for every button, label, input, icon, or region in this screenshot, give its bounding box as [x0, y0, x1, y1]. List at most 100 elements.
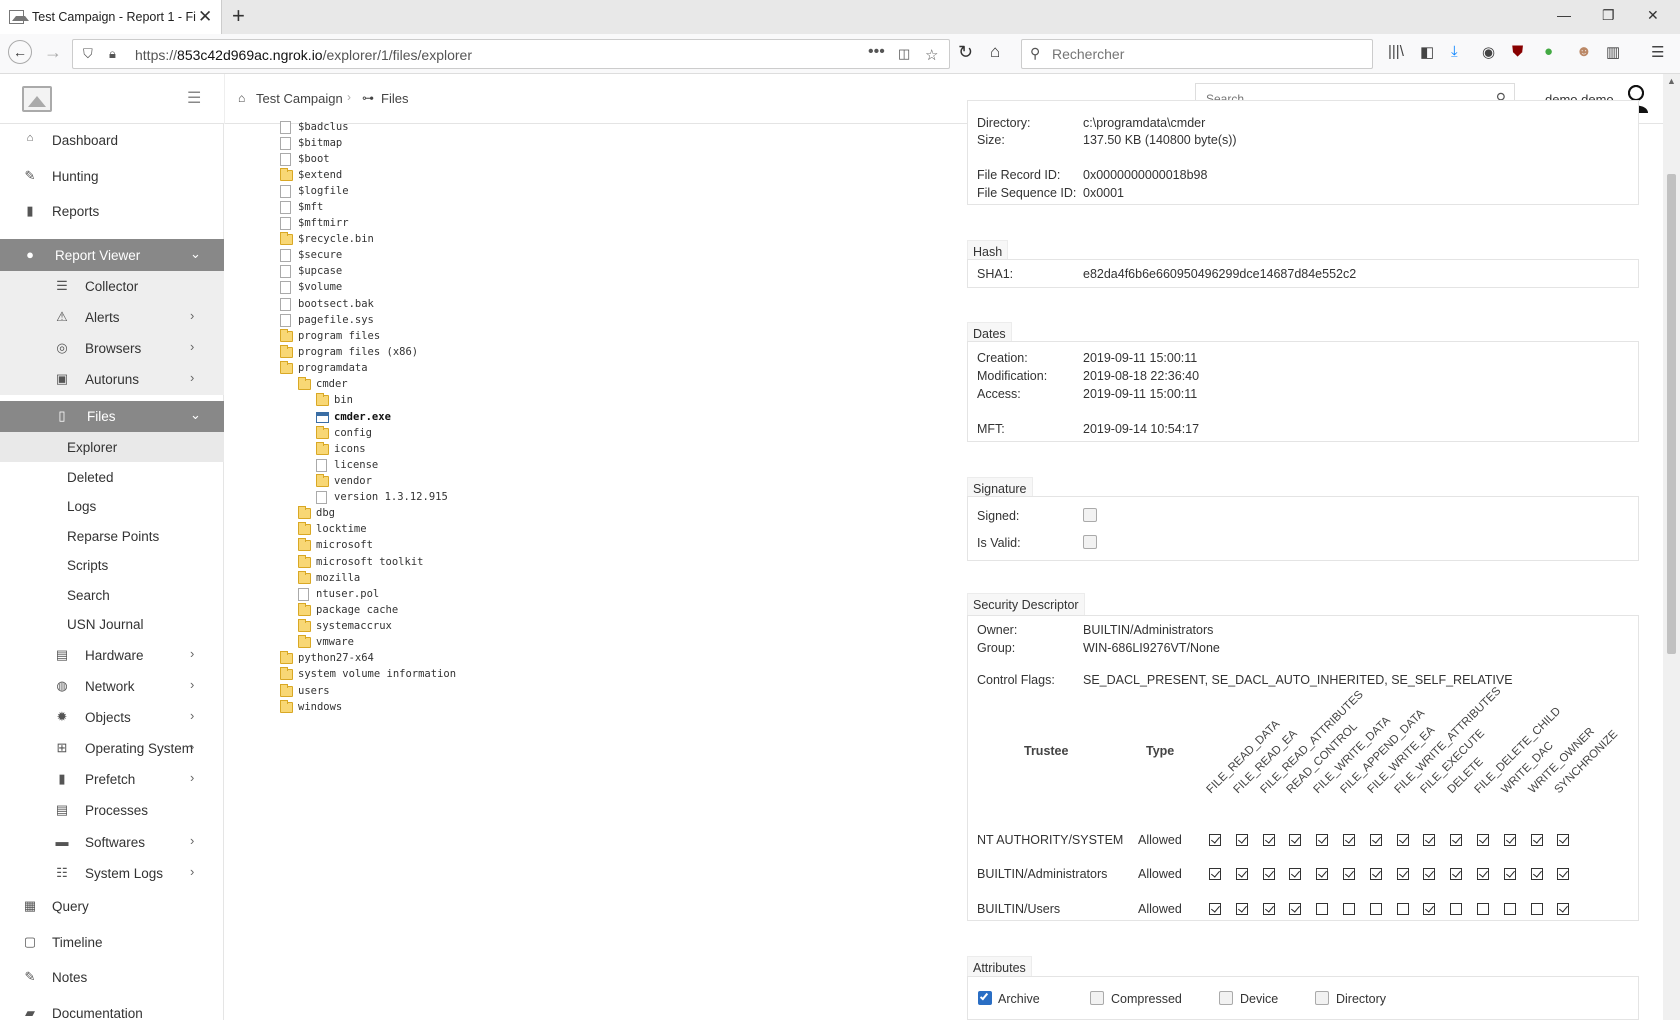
- home-icon[interactable]: ⌂: [990, 42, 1000, 62]
- new-tab-icon[interactable]: +: [232, 3, 245, 29]
- sidebar-item-scripts[interactable]: Scripts: [0, 550, 224, 580]
- sidebar-item-autoruns[interactable]: ▣ Autoruns ›: [0, 364, 224, 395]
- sidebar-item-notes[interactable]: ✎ Notes: [0, 962, 224, 992]
- sidebar-item-objects[interactable]: ✹ Objects ›: [0, 702, 224, 732]
- sidebar-item-search[interactable]: Search: [0, 580, 224, 610]
- breadcrumb-files[interactable]: Files: [381, 91, 408, 106]
- permission-checkbox[interactable]: [1557, 868, 1570, 880]
- directory-checkbox[interactable]: [1315, 991, 1329, 1005]
- permission-checkbox[interactable]: [1396, 834, 1409, 846]
- permission-checkbox[interactable]: [1477, 868, 1489, 880]
- permission-checkbox[interactable]: [1503, 903, 1516, 915]
- permission-checkbox[interactable]: [1262, 903, 1275, 915]
- sidebar-item-collector[interactable]: ☰ Collector: [0, 271, 224, 302]
- signed-checkbox[interactable]: [1083, 508, 1097, 522]
- sidebar-item-alerts[interactable]: ⚠ Alerts ›: [0, 302, 224, 333]
- sidebar-item-reports[interactable]: ▮ Reports: [0, 196, 224, 226]
- sidebar-item-documentation[interactable]: ▰ Documentation: [0, 998, 224, 1020]
- app-logo[interactable]: [22, 86, 52, 112]
- reload-icon[interactable]: ↻: [958, 42, 973, 63]
- permission-checkbox[interactable]: [1369, 868, 1382, 880]
- download-icon[interactable]: ⤓: [1451, 43, 1458, 60]
- sidebar-item-explorer[interactable]: Explorer: [0, 432, 224, 462]
- permission-checkbox[interactable]: [1343, 834, 1355, 846]
- sidebar-item-browsers[interactable]: ◎ Browsers ›: [0, 333, 224, 364]
- permission-checkbox[interactable]: [1343, 903, 1355, 915]
- permission-checkbox[interactable]: [1369, 834, 1382, 846]
- sidebar-item-dashboard[interactable]: ⌂ Dashboard: [0, 125, 224, 155]
- sidebar-item-prefetch[interactable]: ▮ Prefetch ›: [0, 764, 224, 794]
- menu-icon[interactable]: ☰: [1651, 43, 1664, 61]
- permission-checkbox[interactable]: [1369, 903, 1382, 915]
- permission-checkbox[interactable]: [1557, 834, 1570, 846]
- shield-icon[interactable]: ⛉: [83, 46, 93, 62]
- ublock-icon[interactable]: ⛊: [1512, 43, 1523, 60]
- extension-face-icon[interactable]: ☻: [1576, 43, 1592, 60]
- extension-bars-icon[interactable]: ▥: [1606, 43, 1620, 61]
- permission-checkbox[interactable]: [1289, 903, 1302, 915]
- minimize-icon[interactable]: —: [1557, 7, 1571, 23]
- browser-search-bar[interactable]: ⚲: [1021, 39, 1373, 69]
- permission-checkbox[interactable]: [1209, 903, 1221, 915]
- sidebar-item-softwares[interactable]: ▬ Softwares ›: [0, 827, 224, 857]
- sidebar-item-timeline[interactable]: ▢ Timeline: [0, 927, 224, 957]
- sidebar-item-logs[interactable]: Logs: [0, 491, 224, 521]
- permission-checkbox[interactable]: [1423, 834, 1436, 846]
- sidebar-toggle-icon[interactable]: ☰: [187, 88, 201, 108]
- permission-checkbox[interactable]: [1503, 834, 1516, 846]
- valid-checkbox[interactable]: [1083, 535, 1097, 549]
- sidebar-item-network[interactable]: ◍ Network ›: [0, 671, 224, 701]
- sidebar-item-query[interactable]: ▦ Query: [0, 891, 224, 921]
- archive-checkbox[interactable]: [978, 991, 992, 1005]
- device-checkbox[interactable]: [1219, 991, 1233, 1005]
- permission-checkbox[interactable]: [1343, 868, 1355, 880]
- library-icon[interactable]: |||\: [1388, 43, 1404, 60]
- permission-checkbox[interactable]: [1450, 834, 1463, 846]
- sidebar-item-operating-system[interactable]: ⊞ Operating System ›: [0, 733, 224, 763]
- bookmark-star-icon[interactable]: ☆: [925, 46, 938, 64]
- sidebar-item-deleted[interactable]: Deleted: [0, 462, 224, 492]
- sidebar-item-processes[interactable]: ▤ Processes: [0, 795, 224, 825]
- permission-checkbox[interactable]: [1289, 834, 1302, 846]
- sidebar-toggle-icon[interactable]: ◧: [1420, 43, 1434, 61]
- browser-tab[interactable]: Test Campaign - Report 1 - Files ✕: [0, 0, 222, 34]
- permission-checkbox[interactable]: [1289, 868, 1302, 880]
- extension-icon[interactable]: ●: [1544, 43, 1553, 60]
- permission-checkbox[interactable]: [1450, 868, 1463, 880]
- more-actions-icon[interactable]: •••: [868, 43, 885, 61]
- permission-checkbox[interactable]: [1423, 903, 1436, 915]
- sidebar-item-system-logs[interactable]: ☷ System Logs ›: [0, 858, 224, 888]
- permission-checkbox[interactable]: [1450, 903, 1463, 915]
- permission-checkbox[interactable]: [1209, 834, 1221, 846]
- permission-checkbox[interactable]: [1477, 834, 1489, 846]
- sidebar-item-hardware[interactable]: ▤ Hardware ›: [0, 640, 224, 670]
- url-bar[interactable]: ⛉ 🔒︎ https://853c42d969ac.ngrok.io/explo…: [72, 39, 950, 69]
- pocket-icon[interactable]: ◫: [898, 46, 910, 62]
- sidebar-item-reparse-points[interactable]: Reparse Points: [0, 521, 224, 551]
- close-window-icon[interactable]: ✕: [1647, 7, 1659, 24]
- permission-checkbox[interactable]: [1530, 903, 1543, 915]
- permission-checkbox[interactable]: [1316, 903, 1329, 915]
- account-icon[interactable]: ◉: [1482, 43, 1495, 61]
- permission-checkbox[interactable]: [1262, 834, 1275, 846]
- page-scrollbar[interactable]: ▲: [1663, 74, 1680, 1020]
- permission-checkbox[interactable]: [1235, 868, 1248, 880]
- permission-checkbox[interactable]: [1503, 868, 1516, 880]
- restore-icon[interactable]: ❐: [1602, 7, 1615, 24]
- permission-checkbox[interactable]: [1235, 834, 1248, 846]
- lock-icon[interactable]: 🔒︎: [109, 46, 116, 62]
- permission-checkbox[interactable]: [1423, 868, 1436, 880]
- permission-checkbox[interactable]: [1262, 868, 1275, 880]
- permission-checkbox[interactable]: [1235, 903, 1248, 915]
- permission-checkbox[interactable]: [1396, 868, 1409, 880]
- permission-checkbox[interactable]: [1530, 868, 1543, 880]
- permission-checkbox[interactable]: [1209, 868, 1221, 880]
- breadcrumb-campaign[interactable]: Test Campaign: [256, 91, 343, 106]
- forward-icon[interactable]: →: [44, 42, 62, 63]
- permission-checkbox[interactable]: [1396, 903, 1409, 915]
- permission-checkbox[interactable]: [1316, 834, 1329, 846]
- url-text[interactable]: https://853c42d969ac.ngrok.io/explorer/1…: [135, 47, 472, 63]
- compressed-checkbox[interactable]: [1090, 991, 1104, 1005]
- scroll-up-icon[interactable]: ▲: [1667, 76, 1676, 86]
- sidebar-item-hunting[interactable]: ✎ Hunting: [0, 161, 224, 191]
